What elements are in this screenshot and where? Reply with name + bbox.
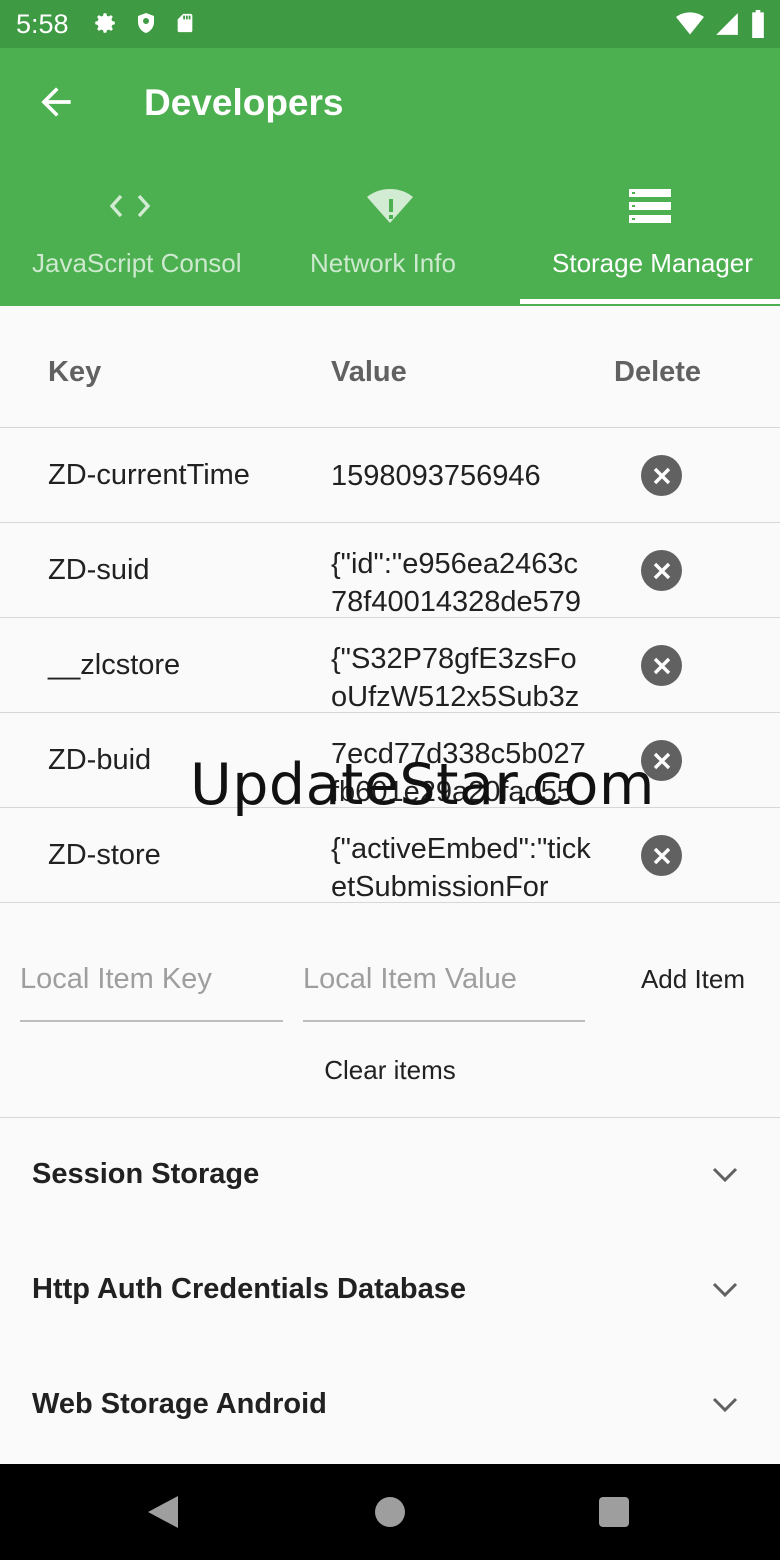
close-icon	[653, 657, 670, 674]
tab-javascript-console[interactable]: JavaScript Console	[0, 178, 260, 306]
delete-button[interactable]	[641, 645, 682, 686]
nav-recents-icon[interactable]	[599, 1497, 629, 1527]
delete-button[interactable]	[641, 455, 682, 496]
tab-label: Network Info	[310, 248, 456, 278]
delete-button[interactable]	[641, 550, 682, 591]
section-title: Session Storage	[32, 1158, 260, 1190]
close-icon	[653, 562, 670, 579]
section-web-storage-android[interactable]: Web Storage Android	[0, 1348, 780, 1463]
back-button[interactable]	[34, 80, 78, 124]
table-row: __zlcstore {"S32P78gfE3zsFooUfzW512x5Sub…	[0, 618, 780, 713]
battery-icon	[752, 10, 764, 38]
section-title: Http Auth Credentials Database	[32, 1273, 466, 1305]
column-header-delete: Delete	[614, 356, 702, 388]
table-row: ZD-currentTime 1598093756946	[0, 428, 780, 523]
status-icons-right	[676, 10, 766, 38]
row-value: {"id":"e956ea2463c78f40014328de57997f1c"…	[331, 548, 581, 616]
chevron-down-icon	[712, 1397, 738, 1413]
chevron-down-icon	[712, 1282, 738, 1298]
row-key: ZD-suid	[48, 554, 150, 586]
app-bar: Developers JavaScript Console Network In…	[0, 48, 780, 306]
delete-button[interactable]	[641, 740, 682, 781]
sd-card-icon	[177, 13, 193, 33]
row-value: {"activeEmbed":"ticketSubmissionForm","w…	[331, 833, 591, 901]
row-value: 1598093756946	[331, 459, 541, 492]
local-item-key-input[interactable]	[20, 938, 283, 1022]
section-title: Web Storage Android	[32, 1388, 327, 1420]
status-bar: 5:58	[0, 0, 780, 48]
settings-icon	[95, 13, 115, 33]
tab-label: JavaScript Console	[32, 248, 242, 278]
system-nav-bar	[0, 1464, 780, 1560]
row-value: {"S32P78gfE3zsFooUfzW512x5Sub3z4Ft":	[331, 643, 580, 711]
shield-icon	[138, 13, 154, 33]
row-key: ZD-currentTime	[48, 459, 250, 491]
delete-button[interactable]	[641, 835, 682, 876]
close-icon	[653, 752, 670, 769]
table-header: Key Value Delete	[0, 306, 780, 428]
row-key: ZD-buid	[48, 744, 152, 776]
section-session-storage[interactable]: Session Storage	[0, 1118, 780, 1233]
add-item-button[interactable]: Add Item	[620, 948, 766, 1010]
column-header-value: Value	[331, 356, 407, 388]
nav-home-icon[interactable]	[375, 1497, 405, 1527]
table-row: ZD-buid 7ecd77d338c5b027fb601e29a20fad55	[0, 713, 780, 808]
arrow-back-icon	[41, 87, 71, 117]
chevron-down-icon	[712, 1167, 738, 1183]
column-header-key: Key	[48, 356, 102, 388]
code-icon	[109, 194, 151, 218]
status-time: 5:58	[16, 9, 69, 39]
wifi-icon	[367, 189, 413, 223]
add-item-form: Add Item Clear items	[0, 904, 780, 1118]
close-icon	[653, 467, 670, 484]
local-item-value-input[interactable]	[303, 938, 585, 1022]
table-row: ZD-store {"activeEmbed":"ticketSubmissio…	[0, 808, 780, 903]
section-http-auth-credentials[interactable]: Http Auth Credentials Database	[0, 1233, 780, 1348]
tab-storage-manager[interactable]: Storage Manager	[520, 178, 780, 306]
nav-back-icon[interactable]	[146, 1494, 180, 1530]
tab-indicator	[520, 299, 780, 304]
page-title: Developers	[144, 82, 344, 123]
storage-table: Key Value Delete ZD-currentTime 15980937…	[0, 306, 780, 903]
wifi-signal-icon	[676, 12, 704, 35]
cell-signal-icon	[716, 13, 738, 35]
close-icon	[653, 847, 670, 864]
storage-icon	[629, 189, 671, 223]
status-icons-left	[92, 10, 196, 36]
row-value: 7ecd77d338c5b027fb601e29a20fad55	[331, 738, 586, 806]
table-row: ZD-suid {"id":"e956ea2463c78f40014328de5…	[0, 523, 780, 618]
row-key: ZD-store	[48, 839, 161, 871]
clear-items-button[interactable]: Clear items	[300, 1042, 480, 1098]
row-key: __zlcstore	[48, 649, 181, 681]
tab-network-info[interactable]: Network Info	[260, 178, 520, 306]
tab-label: Storage Manager	[552, 248, 753, 278]
